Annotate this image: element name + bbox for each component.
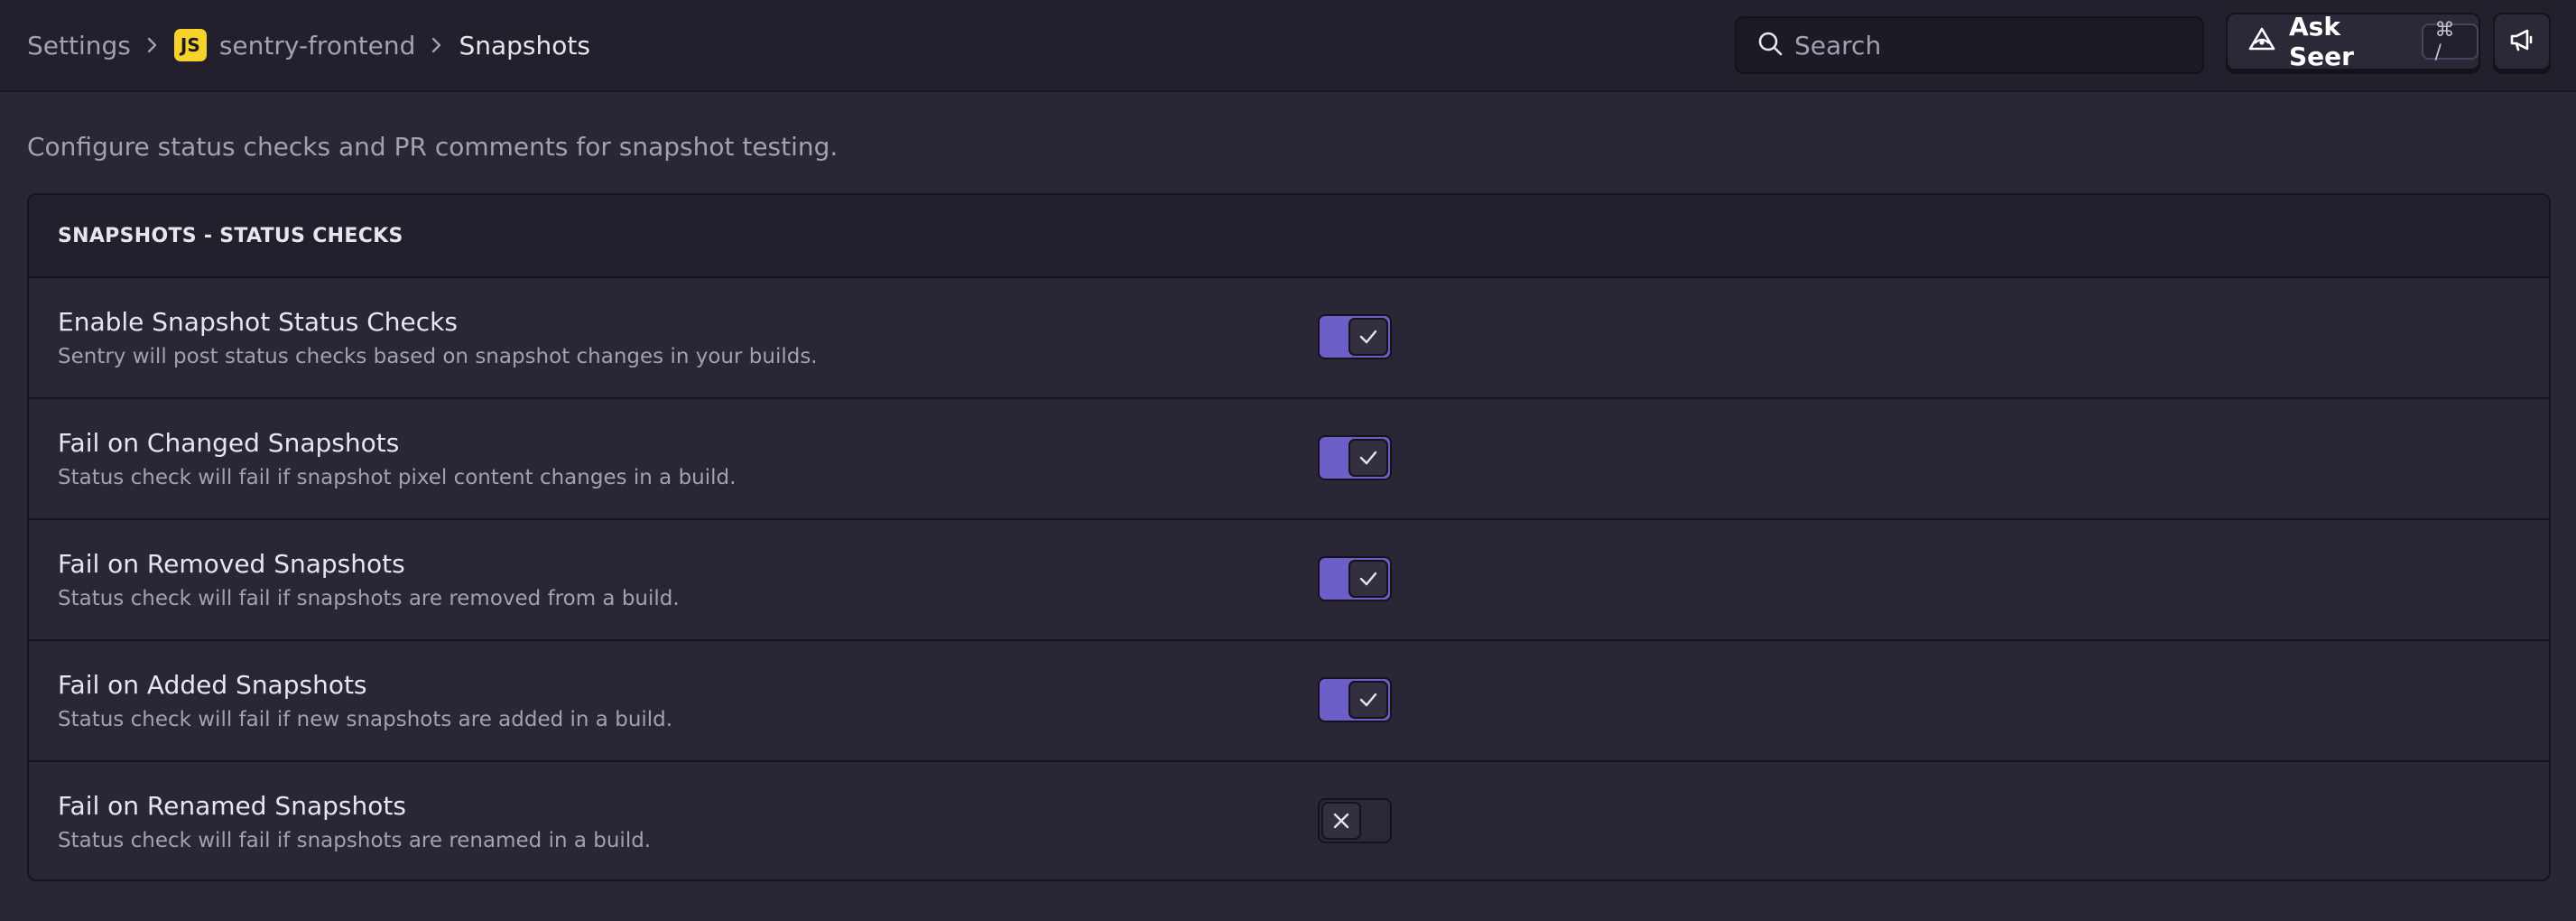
setting-help: Status check will fail if snapshots are … — [58, 587, 680, 610]
setting-row-fail-on-changed: Fail on Changed Snapshots Status check w… — [29, 399, 2549, 520]
toggle-fail-on-added[interactable] — [1318, 677, 1392, 722]
setting-row-fail-on-added: Fail on Added Snapshots Status check wil… — [29, 641, 2549, 762]
close-icon — [1321, 802, 1361, 840]
setting-help: Sentry will post status checks based on … — [58, 345, 818, 368]
check-icon — [1348, 560, 1388, 598]
setting-title: Enable Snapshot Status Checks — [58, 307, 458, 337]
setting-title: Fail on Renamed Snapshots — [58, 791, 406, 821]
breadcrumb: Settings JS sentry-frontend Snapshots — [27, 0, 590, 90]
toggle-fail-on-changed[interactable] — [1318, 435, 1392, 480]
search-icon — [1756, 30, 1794, 60]
check-icon — [1348, 318, 1388, 356]
chevron-right-icon — [131, 36, 174, 54]
setting-row-fail-on-removed: Fail on Removed Snapshots Status check w… — [29, 520, 2549, 641]
page-description: Configure status checks and PR comments … — [27, 132, 839, 162]
setting-row-enable-status-checks: Enable Snapshot Status Checks Sentry wil… — [29, 278, 2549, 399]
top-bar: Settings JS sentry-frontend Snapshots As… — [0, 0, 2576, 92]
announcements-button[interactable] — [2493, 13, 2551, 70]
javascript-platform-icon: JS — [173, 29, 207, 61]
check-icon — [1348, 439, 1388, 477]
setting-row-fail-on-renamed: Fail on Renamed Snapshots Status check w… — [29, 762, 2549, 879]
setting-help: Status check will fail if snapshot pixel… — [58, 466, 737, 489]
breadcrumb-project[interactable]: sentry-frontend — [219, 31, 416, 60]
ask-seer-label: Ask Seer — [2289, 12, 2354, 71]
setting-title: Fail on Added Snapshots — [58, 670, 367, 700]
toggle-enable-status-checks[interactable] — [1318, 314, 1392, 359]
setting-title: Fail on Removed Snapshots — [58, 549, 405, 579]
setting-help: Status check will fail if new snapshots … — [58, 708, 673, 731]
status-checks-panel: SNAPSHOTS - STATUS CHECKS Enable Snapsho… — [27, 193, 2551, 881]
seer-eye-icon — [2247, 26, 2276, 58]
chevron-right-icon — [415, 36, 459, 54]
ask-seer-button[interactable]: Ask Seer ⌘ / — [2226, 12, 2480, 71]
check-icon — [1348, 681, 1388, 719]
toggle-fail-on-removed[interactable] — [1318, 556, 1392, 601]
breadcrumb-current: Snapshots — [459, 30, 590, 60]
megaphone-icon — [2507, 25, 2536, 58]
setting-title: Fail on Changed Snapshots — [58, 428, 400, 458]
panel-header: SNAPSHOTS - STATUS CHECKS — [29, 195, 2549, 278]
breadcrumb-settings[interactable]: Settings — [27, 31, 131, 60]
keyboard-shortcut: ⌘ / — [2422, 19, 2479, 64]
toggle-fail-on-renamed[interactable] — [1318, 798, 1392, 843]
search-input[interactable] — [1794, 30, 2173, 60]
setting-help: Status check will fail if snapshots are … — [58, 829, 652, 852]
search-box[interactable] — [1735, 16, 2204, 74]
